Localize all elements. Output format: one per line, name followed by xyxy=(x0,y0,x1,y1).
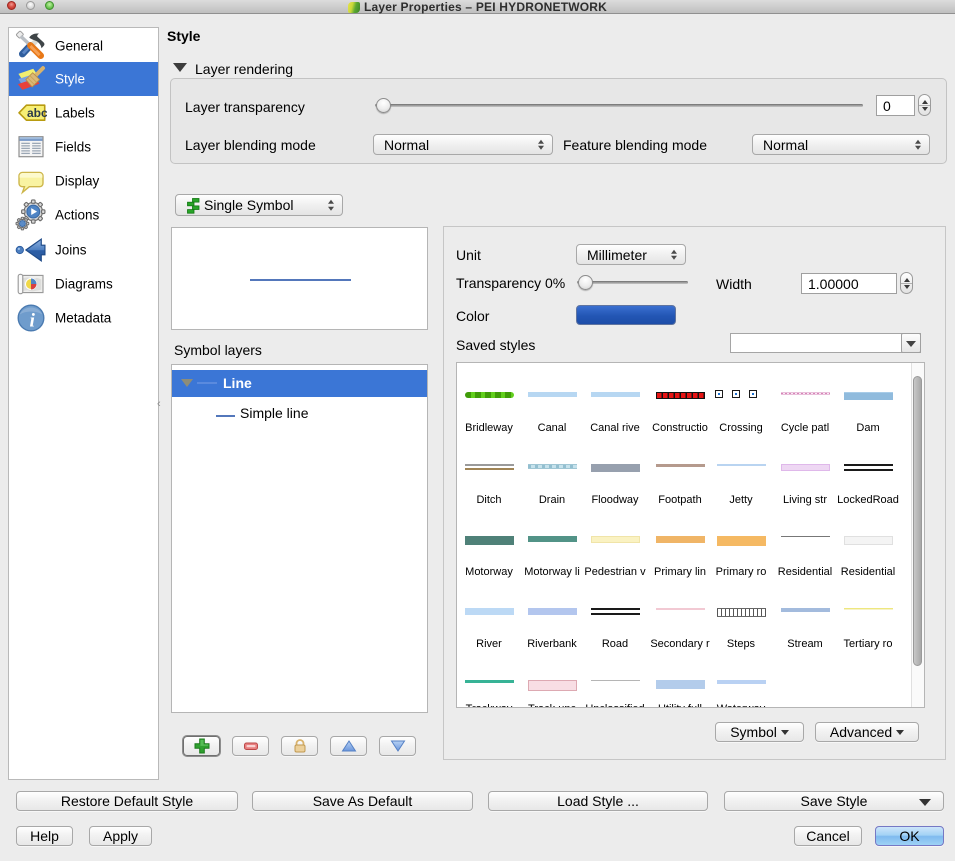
svg-text:i: i xyxy=(29,311,35,332)
svg-text:abc: abc xyxy=(27,106,47,120)
